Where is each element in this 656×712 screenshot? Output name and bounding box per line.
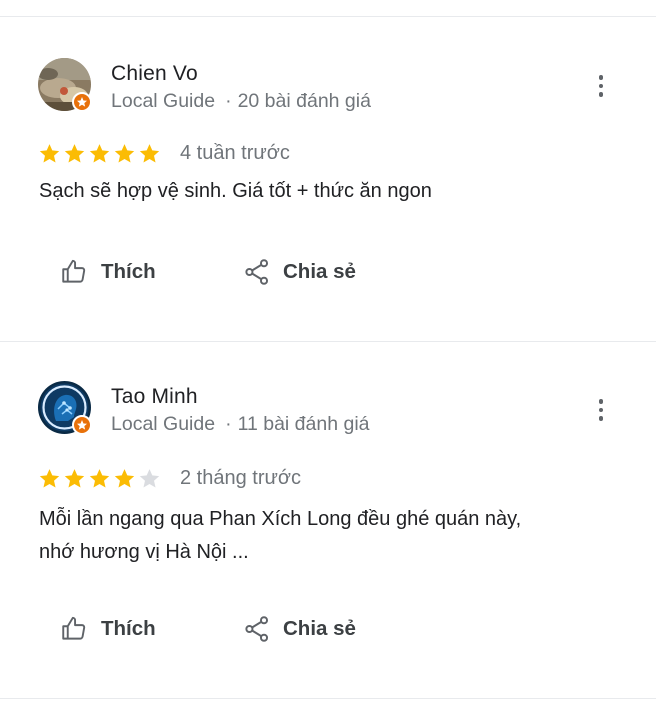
star-filled-icon	[114, 144, 135, 163]
share-icon	[245, 616, 269, 642]
share-icon	[245, 259, 269, 285]
star-empty-icon	[139, 469, 160, 488]
review-time: 4 tuần trước	[180, 142, 290, 164]
star-filled-icon	[64, 144, 85, 163]
thumb-up-icon	[62, 259, 86, 283]
review-count: 11 bài đánh giá	[237, 413, 370, 435]
review-text: Sạch sẽ hợp vệ sinh. Giá tốt + thức ăn n…	[39, 180, 432, 202]
share-label: Chia sẻ	[283, 260, 356, 283]
star-filled-icon	[39, 469, 60, 488]
local-guide-label: Local Guide	[111, 90, 216, 112]
local-guide-star-icon	[72, 415, 92, 435]
reviewer-meta[interactable]: Local Guide · 11 bài đánh giá	[111, 413, 370, 436]
avatar[interactable]	[38, 381, 92, 435]
bottom-divider	[0, 698, 656, 699]
reviewer-meta[interactable]: Local Guide · 20 bài đánh giá	[111, 90, 371, 113]
local-guide-star-icon	[72, 92, 92, 112]
star-filled-icon	[64, 469, 85, 488]
like-button[interactable]: Thích	[60, 258, 156, 285]
star-rating	[38, 467, 161, 490]
more-vert-icon[interactable]	[588, 71, 614, 101]
top-divider	[0, 16, 656, 17]
like-button[interactable]: Thích	[60, 615, 156, 642]
share-button[interactable]: Chia sẻ	[243, 615, 356, 643]
local-guide-label: Local Guide	[111, 413, 216, 435]
star-rating	[38, 142, 161, 165]
reviewer-name[interactable]: Tao Minh	[111, 385, 198, 409]
reviewer-name[interactable]: Chien Vo	[111, 62, 198, 86]
review-divider	[0, 341, 656, 342]
star-filled-icon	[89, 469, 110, 488]
share-button[interactable]: Chia sẻ	[243, 258, 356, 286]
more-vert-icon[interactable]	[588, 395, 614, 425]
separator-dot: ·	[225, 90, 232, 112]
share-label: Chia sẻ	[283, 617, 356, 640]
review-time: 2 tháng trước	[180, 467, 302, 489]
avatar[interactable]	[38, 58, 92, 112]
like-label: Thích	[101, 616, 156, 640]
star-filled-icon	[114, 469, 135, 488]
thumb-up-icon	[62, 616, 86, 640]
review-count: 20 bài đánh giá	[237, 90, 371, 112]
review-text-line-2: nhớ hương vị Hà Nội ...	[39, 541, 249, 563]
star-filled-icon	[89, 144, 110, 163]
star-filled-icon	[139, 144, 160, 163]
review-text: Mỗi lần ngang qua Phan Xích Long đều ghé…	[39, 508, 522, 530]
separator-dot: ·	[225, 413, 232, 435]
star-filled-icon	[39, 144, 60, 163]
like-label: Thích	[101, 259, 156, 283]
